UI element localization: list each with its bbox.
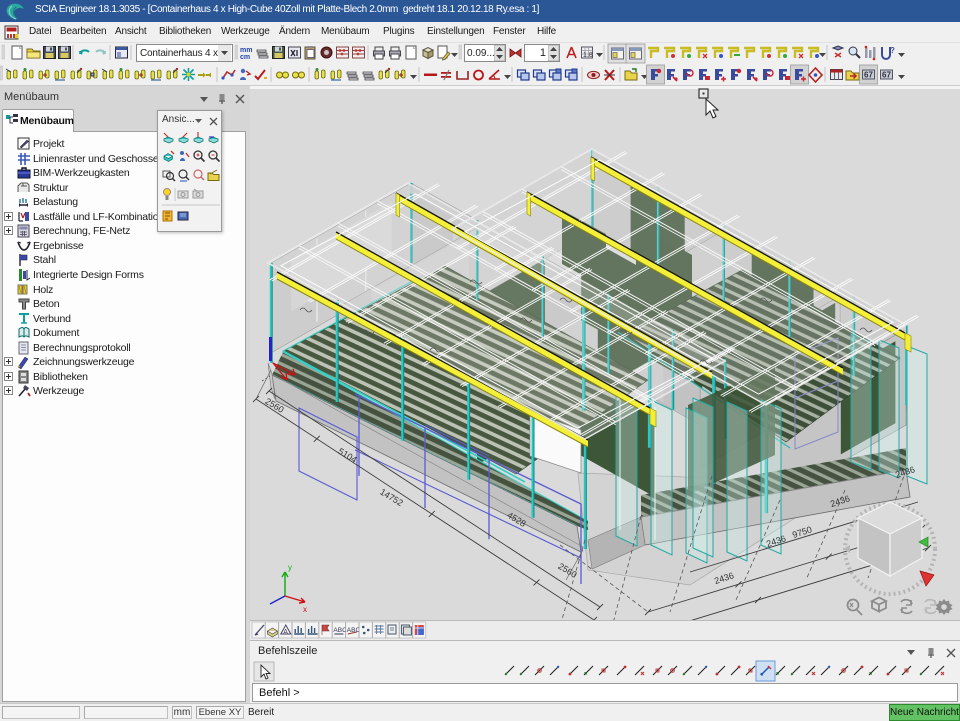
svg-text:?: ? xyxy=(890,46,895,55)
svg-text:67: 67 xyxy=(864,71,873,80)
svg-text:67: 67 xyxy=(882,71,891,80)
svg-text:A: A xyxy=(283,629,288,636)
svg-text:mm: mm xyxy=(240,47,252,54)
svg-text:cm: cm xyxy=(240,54,250,61)
svg-text:x: x xyxy=(303,605,307,614)
svg-text:ABC: ABC xyxy=(333,627,347,634)
svg-text:1.8: 1.8 xyxy=(583,52,593,59)
svg-text:y: y xyxy=(288,563,292,572)
